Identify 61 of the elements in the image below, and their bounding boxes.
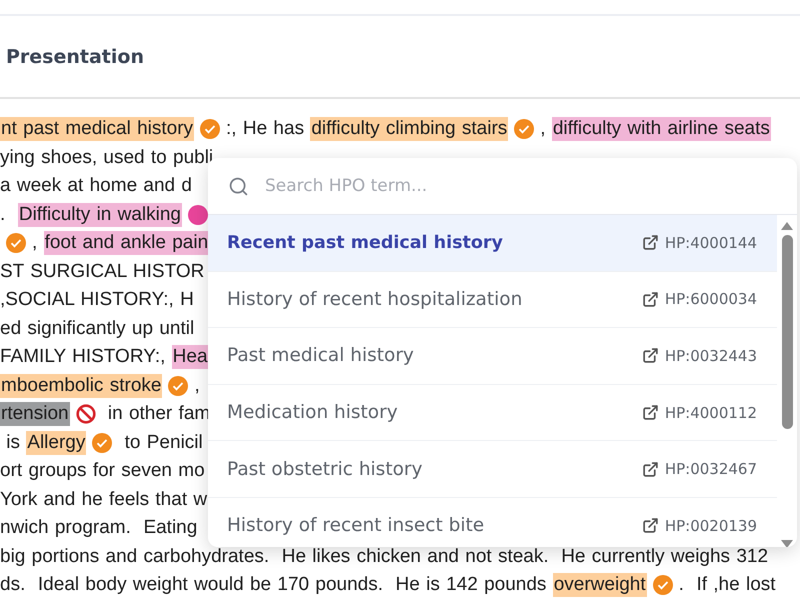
check-icon[interactable] xyxy=(6,233,26,254)
note-text: ying shoes, used to publi xyxy=(0,146,214,170)
highlighted-term[interactable]: nt past medical history xyxy=(0,117,194,142)
check-icon[interactable] xyxy=(168,376,188,396)
note-text: , xyxy=(32,231,38,256)
highlighted-term[interactable]: Allergy xyxy=(26,430,86,455)
scroll-thumb[interactable] xyxy=(782,235,792,429)
term-option[interactable]: Past medical history HP:0032443 xyxy=(208,328,777,385)
note-text: a week at home and d xyxy=(0,174,192,198)
check-icon[interactable] xyxy=(92,432,112,453)
ban-icon[interactable] xyxy=(76,404,96,424)
term-option[interactable]: Medication history HP:4000112 xyxy=(208,384,777,442)
scroll-down-icon[interactable] xyxy=(780,538,794,547)
dot-icon[interactable] xyxy=(188,204,208,225)
term-code-link[interactable]: HP:0032467 xyxy=(642,460,757,478)
note-text: ed significantly up until xyxy=(0,316,194,341)
highlighted-term[interactable]: mboembolic stroke xyxy=(0,374,162,398)
note-text: FAMILY HISTORY:, xyxy=(0,345,166,370)
external-link-icon xyxy=(642,290,659,308)
check-icon[interactable] xyxy=(514,119,534,140)
note-text: . If ,he lost xyxy=(678,573,776,598)
note-text: ort groups for seven mo xyxy=(0,459,205,484)
external-link-icon xyxy=(642,347,659,364)
note-text: big portions and carbohydrates. He likes chicken and not steak. He currently weighs 312 xyxy=(0,544,768,569)
highlighted-term[interactable]: difficulty with airline seats xyxy=(552,117,771,142)
note-text: to Penicil xyxy=(124,430,203,455)
note-text: ,SOCIAL HISTORY:, H xyxy=(0,288,194,312)
term-option[interactable]: Past obstetric history HP:0032467 xyxy=(208,441,777,498)
highlighted-term[interactable]: overweight xyxy=(552,573,647,598)
scroll-up-icon[interactable] xyxy=(780,221,794,231)
external-link-icon xyxy=(642,460,659,478)
note-text: :, He has xyxy=(226,117,306,142)
note-text: ds. Ideal body weight would be 170 pounds. He is 142 pounds xyxy=(0,573,548,598)
check-icon[interactable] xyxy=(652,575,673,596)
external-link-icon xyxy=(642,404,659,422)
highlighted-term[interactable]: Hea xyxy=(172,345,209,370)
term-code-link[interactable]: HP:4000112 xyxy=(642,404,757,422)
note-text: ST SURGICAL HISTOR xyxy=(0,260,204,284)
term-code-link[interactable]: HP:4000144 xyxy=(642,234,757,252)
term-option[interactable]: History of recent insect bite HP:0020139 xyxy=(208,498,777,547)
highlighted-term[interactable]: difficulty climbing stairs xyxy=(310,117,508,142)
term-option[interactable]: History of recent hospitalization HP:6000034 xyxy=(208,272,777,328)
highlighted-term[interactable]: foot and ankle pain xyxy=(44,231,210,256)
note-text: nwich program. Eating xyxy=(0,516,198,540)
note-text: is xyxy=(5,430,21,455)
note-text: York and he feels that w xyxy=(0,488,208,512)
term-code-link[interactable]: HP:0020139 xyxy=(642,516,757,535)
check-icon[interactable] xyxy=(200,119,220,140)
highlighted-term[interactable]: Difficulty in walking xyxy=(18,202,182,227)
note-text: , xyxy=(540,117,547,142)
external-link-icon xyxy=(642,517,659,534)
external-link-icon xyxy=(642,234,659,252)
note-text: , xyxy=(194,374,200,398)
term-option[interactable]: Recent past medical history HP:4000144 xyxy=(208,215,777,272)
note-text: . xyxy=(0,202,6,227)
highlighted-term[interactable]: rtension xyxy=(0,402,70,426)
section-title: Presentation xyxy=(6,46,144,68)
search-icon xyxy=(228,176,249,196)
term-code-link[interactable]: HP:6000034 xyxy=(642,290,757,308)
search-field[interactable]: Search HPO term... xyxy=(263,175,747,197)
term-code-link[interactable]: HP:0032443 xyxy=(642,346,757,365)
